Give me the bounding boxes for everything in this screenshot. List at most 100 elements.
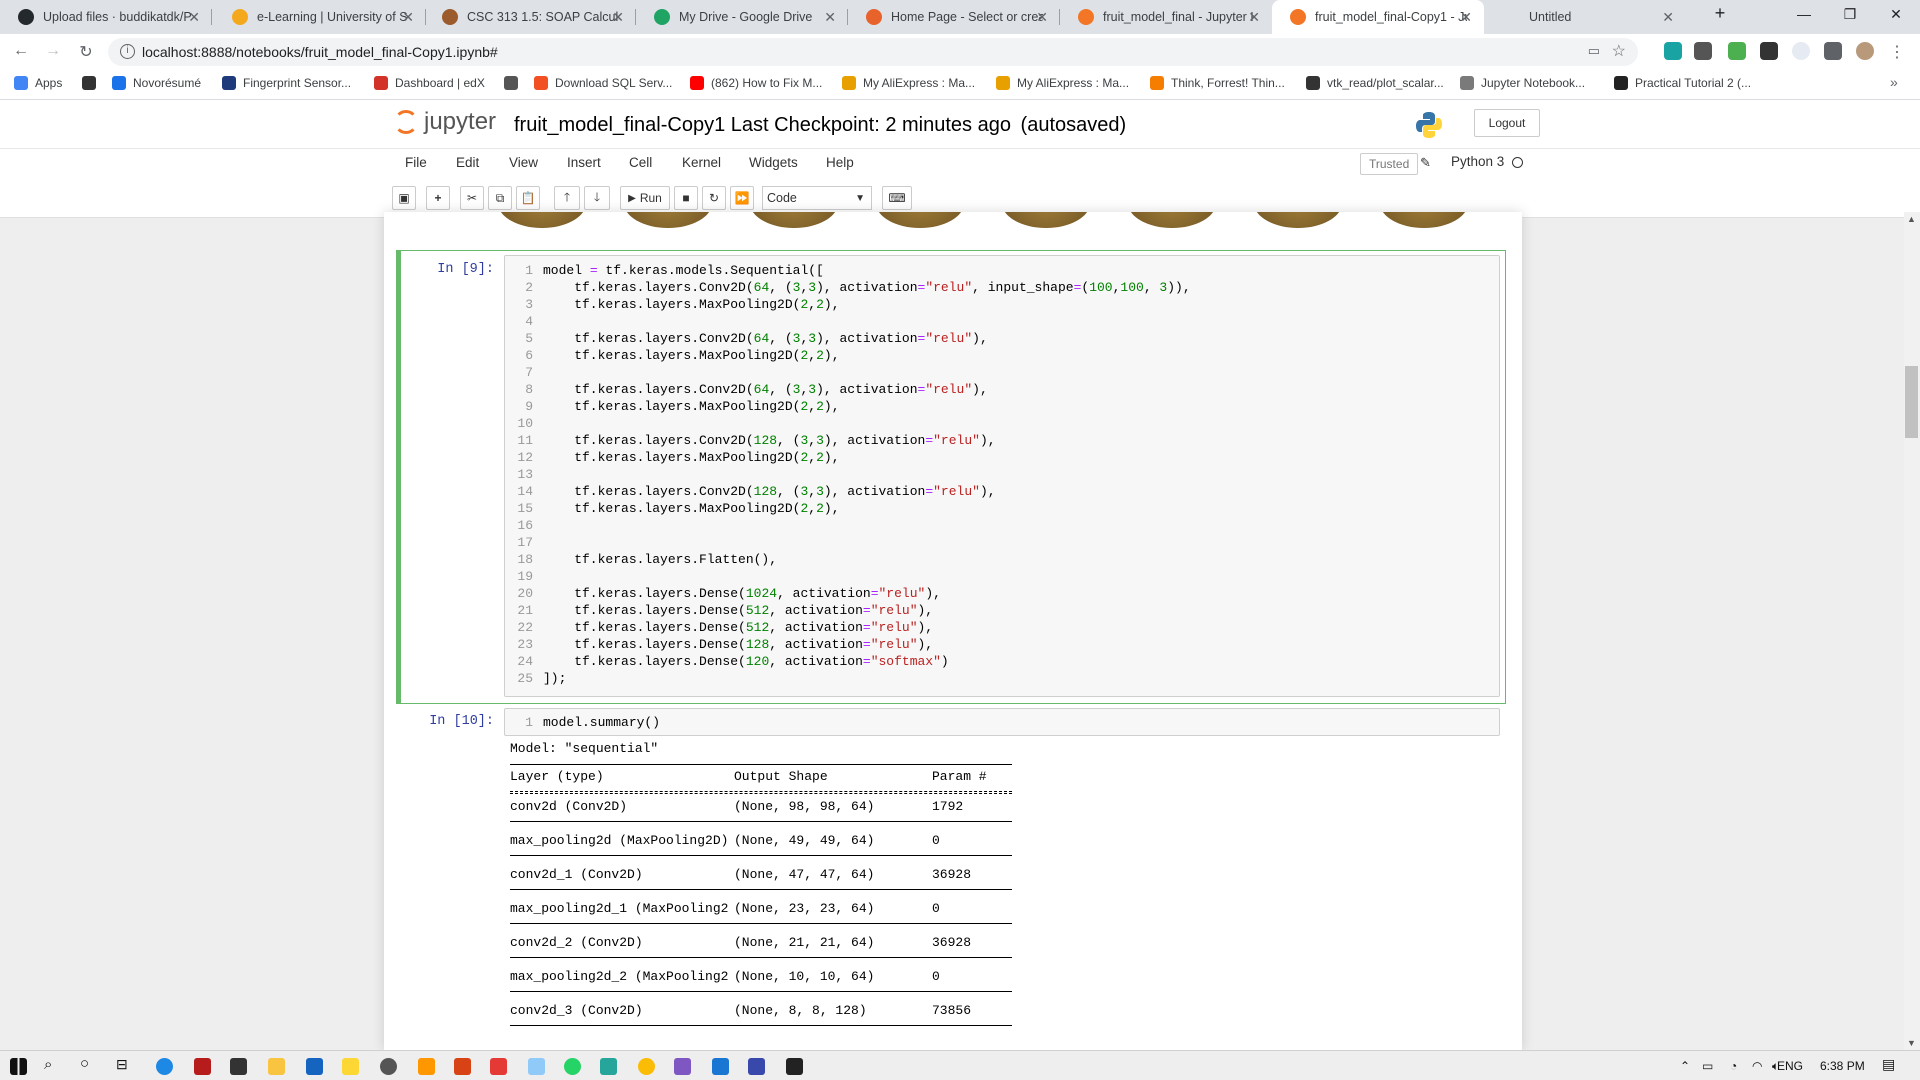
code-editor[interactable]: 1 model = tf.keras.models.Sequential([2 t… (504, 255, 1500, 697)
browser-tab[interactable]: fruit_model_final-Copy1 - Ju ✕ (1272, 0, 1484, 34)
acrobat-icon[interactable] (490, 1058, 507, 1075)
bookmark-item[interactable]: Jupyter Notebook... (1460, 76, 1585, 90)
trusted-badge[interactable]: Trusted (1360, 153, 1419, 175)
chrome-icon[interactable] (638, 1058, 655, 1075)
search-icon[interactable]: ⌕ (44, 1056, 52, 1073)
bookmark-item[interactable] (82, 76, 103, 90)
close-tab-icon[interactable]: ✕ (188, 9, 200, 26)
insert-cell-icon[interactable]: + (426, 186, 450, 210)
bookmark-item[interactable]: Apps (14, 76, 62, 90)
edit-pencil-icon[interactable]: ✎ (1420, 155, 1431, 171)
vertical-scrollbar[interactable]: ▲ ▼ (1904, 212, 1920, 1050)
avatar[interactable] (1856, 42, 1874, 60)
bookmark-item[interactable]: Think, Forrest! Thin... (1150, 76, 1285, 90)
scroll-down-icon[interactable]: ▼ (1907, 1038, 1916, 1048)
browser-tab[interactable]: e-Learning | University of S ✕ (214, 0, 426, 34)
close-tab-icon[interactable]: ✕ (1662, 9, 1674, 26)
command-palette-icon[interactable]: ⌨ (882, 186, 912, 210)
sublime-icon[interactable] (418, 1058, 435, 1075)
bookmark-item[interactable]: Dashboard | edX (374, 76, 485, 90)
scrollbar-thumb[interactable] (1905, 366, 1918, 438)
close-tab-icon[interactable]: ✕ (612, 9, 624, 26)
menu-help[interactable]: Help (826, 155, 854, 170)
visual-studio-icon[interactable] (674, 1058, 691, 1075)
restart-icon[interactable]: ↻ (702, 186, 726, 210)
menu-view[interactable]: View (509, 155, 538, 170)
whatsapp-icon[interactable] (564, 1058, 581, 1075)
language-indicator[interactable]: ENG (1777, 1059, 1803, 1073)
photos-icon[interactable] (712, 1058, 729, 1075)
tray-chevron-icon[interactable]: ⌃ (1680, 1059, 1690, 1073)
battery-icon[interactable]: ▭ (1702, 1059, 1713, 1073)
file-explorer-icon[interactable] (268, 1058, 285, 1075)
restart-run-all-icon[interactable]: ⏩ (730, 186, 754, 210)
menu-file[interactable]: File (405, 155, 427, 170)
extension-3-icon[interactable] (1728, 42, 1746, 60)
run-button[interactable]: ▶ Run (620, 186, 670, 210)
close-tab-icon[interactable]: ✕ (824, 9, 836, 26)
url-field[interactable]: i localhost:8888/notebooks/fruit_model_f… (108, 38, 1638, 66)
extension-5-icon[interactable] (1792, 42, 1810, 60)
store-icon[interactable] (230, 1058, 247, 1075)
code-editor[interactable]: 1 model.summary() (504, 708, 1500, 736)
puzzle-icon[interactable] (1824, 42, 1842, 60)
paste-icon[interactable]: 📋 (516, 186, 540, 210)
close-tab-icon[interactable]: ✕ (1460, 9, 1472, 26)
task-view-icon[interactable]: ⊟ (116, 1056, 128, 1073)
scroll-up-icon[interactable]: ▲ (1907, 214, 1916, 224)
cut-icon[interactable]: ✂ (460, 186, 484, 210)
move-down-icon[interactable]: 🡓 (584, 186, 610, 210)
browser-tab[interactable]: My Drive - Google Drive ✕ (636, 0, 848, 34)
cell-type-select[interactable]: Code ▼ (762, 186, 872, 210)
bookmark-item[interactable]: (862) How to Fix M... (690, 76, 822, 90)
edge-icon[interactable] (156, 1058, 173, 1075)
bookmarks-overflow-icon[interactable]: » (1890, 74, 1898, 90)
notebook-name[interactable]: fruit_model_final-Copy1 (514, 114, 725, 136)
menu-edit[interactable]: Edit (456, 155, 479, 170)
close-tab-icon[interactable]: ✕ (402, 9, 414, 26)
extension-2-icon[interactable] (1694, 42, 1712, 60)
browser-tab[interactable]: fruit_model_final - Jupyter I ✕ (1060, 0, 1272, 34)
menu-cell[interactable]: Cell (629, 155, 652, 170)
close-tab-icon[interactable]: ✕ (1248, 9, 1260, 26)
logout-button[interactable]: Logout (1474, 109, 1540, 137)
move-up-icon[interactable]: 🡑 (554, 186, 580, 210)
app-red-icon[interactable] (194, 1058, 211, 1075)
bookmark-item[interactable]: Download SQL Serv... (534, 76, 672, 90)
menu-widgets[interactable]: Widgets (749, 155, 798, 170)
extension-4-icon[interactable] (1760, 42, 1778, 60)
extension-1-icon[interactable] (1664, 42, 1682, 60)
notepad-icon[interactable] (528, 1058, 545, 1075)
mail-icon[interactable] (306, 1058, 323, 1075)
app-teal-icon[interactable] (600, 1058, 617, 1075)
maximize-icon[interactable]: ❐ (1830, 6, 1870, 23)
terminal-icon[interactable] (786, 1058, 803, 1075)
jupyter-logo[interactable]: jupyter (394, 108, 496, 136)
cast-icon[interactable]: ▭ (1588, 43, 1600, 59)
bookmark-item[interactable]: My AliExpress : Ma... (842, 76, 975, 90)
app-yellow-icon[interactable] (342, 1058, 359, 1075)
powerpoint-icon[interactable] (454, 1058, 471, 1075)
cortana-icon[interactable]: ○ (80, 1055, 89, 1072)
bookmark-star-icon[interactable]: ☆ (1612, 41, 1626, 61)
new-tab-icon[interactable]: + (1700, 3, 1740, 24)
bookmark-item[interactable]: My AliExpress : Ma... (996, 76, 1129, 90)
notifications-icon[interactable]: ▤ (1882, 1056, 1895, 1073)
wifi-icon[interactable]: ◠ (1752, 1059, 1762, 1073)
interrupt-icon[interactable]: ■ (674, 186, 698, 210)
reload-icon[interactable]: ↻ (75, 42, 97, 62)
bookmark-item[interactable] (504, 76, 525, 90)
menu-insert[interactable]: Insert (567, 155, 601, 170)
clock[interactable]: 6:38 PM (1820, 1059, 1865, 1073)
forward-icon[interactable]: → (42, 42, 64, 60)
app-cube-icon[interactable] (748, 1058, 765, 1075)
close-tab-icon[interactable]: ✕ (1036, 9, 1048, 26)
bookmark-item[interactable]: Novorésumé (112, 76, 201, 90)
more-menu-icon[interactable]: ⋮ (1886, 42, 1908, 62)
copy-icon[interactable]: ⧉ (488, 186, 512, 210)
close-window-icon[interactable]: ✕ (1876, 6, 1916, 23)
bookmark-item[interactable]: Fingerprint Sensor... (222, 76, 351, 90)
bookmark-item[interactable]: Practical Tutorial 2 (... (1614, 76, 1751, 90)
minimize-icon[interactable]: — (1784, 6, 1824, 22)
back-icon[interactable]: ← (10, 42, 32, 60)
